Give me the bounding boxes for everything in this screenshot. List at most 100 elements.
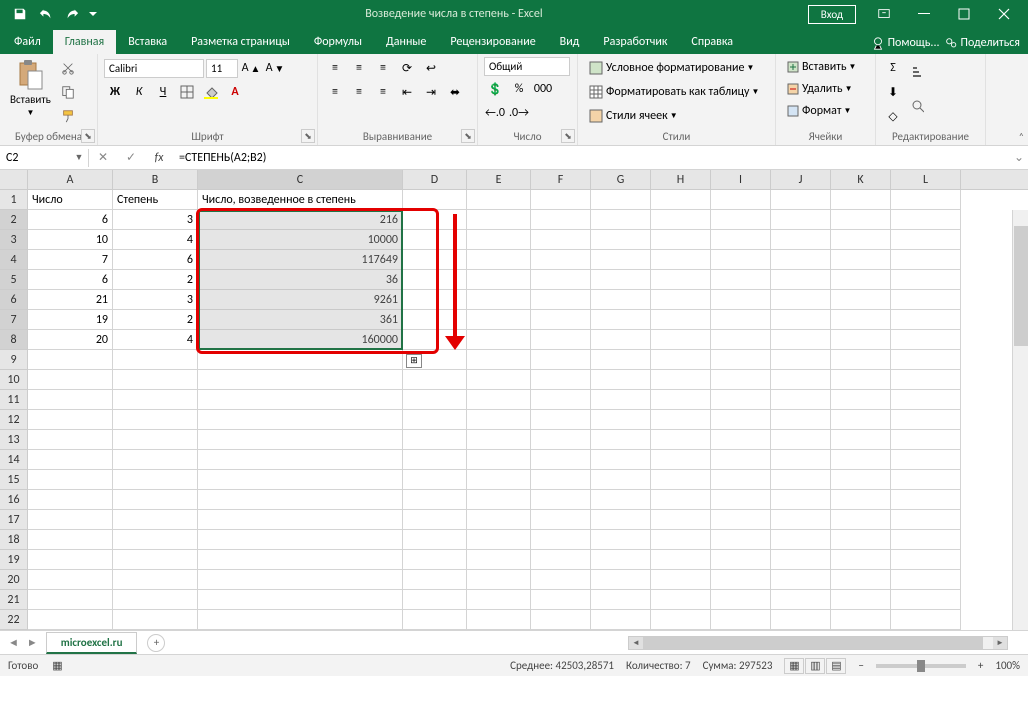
view-page-layout-icon[interactable]: ▥ <box>805 658 825 674</box>
cell[interactable] <box>28 590 113 610</box>
cell[interactable] <box>771 410 831 430</box>
cell[interactable] <box>891 430 961 450</box>
cell[interactable] <box>113 390 198 410</box>
clipboard-launcher-icon[interactable]: ⬊ <box>81 129 95 143</box>
cell[interactable] <box>591 510 651 530</box>
cell[interactable]: 3 <box>113 290 198 310</box>
cell[interactable] <box>711 310 771 330</box>
comma-icon[interactable]: 000 <box>532 78 554 100</box>
cell[interactable] <box>771 310 831 330</box>
cell[interactable] <box>591 490 651 510</box>
macro-record-icon[interactable]: ▦ <box>52 659 62 672</box>
cell[interactable]: 3 <box>113 210 198 230</box>
cell[interactable] <box>403 390 467 410</box>
cell[interactable] <box>531 330 591 350</box>
cell[interactable] <box>113 530 198 550</box>
cell[interactable] <box>467 210 531 230</box>
cell-styles-button[interactable]: Стили ячеек▼ <box>584 105 769 127</box>
expand-formula-bar-icon[interactable]: ⌄ <box>1010 150 1028 165</box>
cell[interactable] <box>651 490 711 510</box>
column-header[interactable]: H <box>651 170 711 189</box>
cell[interactable] <box>831 530 891 550</box>
insert-function-icon[interactable]: fx <box>145 147 173 169</box>
collapse-ribbon-icon[interactable]: ˄ <box>1019 130 1024 143</box>
cell[interactable] <box>467 570 531 590</box>
cell[interactable] <box>891 270 961 290</box>
cell[interactable] <box>891 390 961 410</box>
cell[interactable]: 117649 <box>198 250 403 270</box>
number-format-select[interactable] <box>484 57 570 76</box>
cell[interactable] <box>28 530 113 550</box>
cell[interactable] <box>28 410 113 430</box>
cell[interactable] <box>198 590 403 610</box>
cell[interactable] <box>531 550 591 570</box>
cell[interactable] <box>651 510 711 530</box>
cell[interactable] <box>28 550 113 570</box>
row-header[interactable]: 12 <box>0 410 27 430</box>
cell[interactable] <box>531 250 591 270</box>
row-header[interactable]: 13 <box>0 430 27 450</box>
cell[interactable] <box>591 230 651 250</box>
select-all-corner[interactable] <box>0 170 28 189</box>
cell[interactable] <box>651 290 711 310</box>
cell[interactable] <box>531 530 591 550</box>
cell[interactable] <box>113 490 198 510</box>
cell[interactable] <box>591 270 651 290</box>
cell[interactable] <box>198 390 403 410</box>
cell[interactable] <box>467 190 531 210</box>
cell[interactable] <box>113 470 198 490</box>
cell[interactable] <box>531 190 591 210</box>
cell[interactable] <box>711 510 771 530</box>
cell[interactable] <box>831 350 891 370</box>
cell[interactable] <box>113 590 198 610</box>
cancel-formula-icon[interactable]: ✕ <box>89 147 117 169</box>
merge-icon[interactable]: ⬌ <box>444 81 466 103</box>
cell[interactable] <box>467 310 531 330</box>
cell[interactable] <box>113 510 198 530</box>
cell[interactable] <box>831 550 891 570</box>
cell[interactable] <box>711 550 771 570</box>
cell[interactable] <box>831 450 891 470</box>
number-launcher-icon[interactable]: ⬊ <box>561 129 575 143</box>
cell[interactable] <box>198 350 403 370</box>
cell[interactable] <box>467 490 531 510</box>
cell[interactable] <box>831 590 891 610</box>
bold-button[interactable]: Ж <box>104 81 126 103</box>
cell[interactable] <box>531 210 591 230</box>
cell[interactable] <box>711 270 771 290</box>
cell[interactable] <box>591 550 651 570</box>
cell[interactable]: Число, возведенное в степень <box>198 190 403 210</box>
cell[interactable] <box>531 410 591 430</box>
cell[interactable] <box>113 350 198 370</box>
cell[interactable] <box>711 570 771 590</box>
cell[interactable] <box>467 530 531 550</box>
row-header[interactable]: 19 <box>0 550 27 570</box>
cell[interactable] <box>771 210 831 230</box>
cell[interactable] <box>113 410 198 430</box>
decrease-indent-icon[interactable]: ⇤ <box>396 81 418 103</box>
cell[interactable] <box>771 510 831 530</box>
cell[interactable]: 19 <box>28 310 113 330</box>
cell[interactable] <box>531 310 591 330</box>
save-icon[interactable] <box>8 2 32 26</box>
cell[interactable] <box>531 490 591 510</box>
cell[interactable] <box>891 310 961 330</box>
cell[interactable] <box>771 570 831 590</box>
cell[interactable] <box>403 530 467 550</box>
cell[interactable] <box>591 290 651 310</box>
row-header[interactable]: 5 <box>0 270 27 290</box>
cell[interactable] <box>891 190 961 210</box>
cell[interactable] <box>403 590 467 610</box>
alignment-launcher-icon[interactable]: ⬊ <box>461 129 475 143</box>
cell[interactable] <box>403 330 467 350</box>
cell[interactable] <box>771 230 831 250</box>
cell[interactable] <box>711 430 771 450</box>
cell[interactable] <box>531 430 591 450</box>
cell[interactable] <box>467 250 531 270</box>
row-header[interactable]: 4 <box>0 250 27 270</box>
cell[interactable] <box>771 370 831 390</box>
cell[interactable] <box>891 530 961 550</box>
cell[interactable] <box>591 450 651 470</box>
cell[interactable]: 6 <box>28 270 113 290</box>
font-color-icon[interactable]: A <box>224 81 246 103</box>
